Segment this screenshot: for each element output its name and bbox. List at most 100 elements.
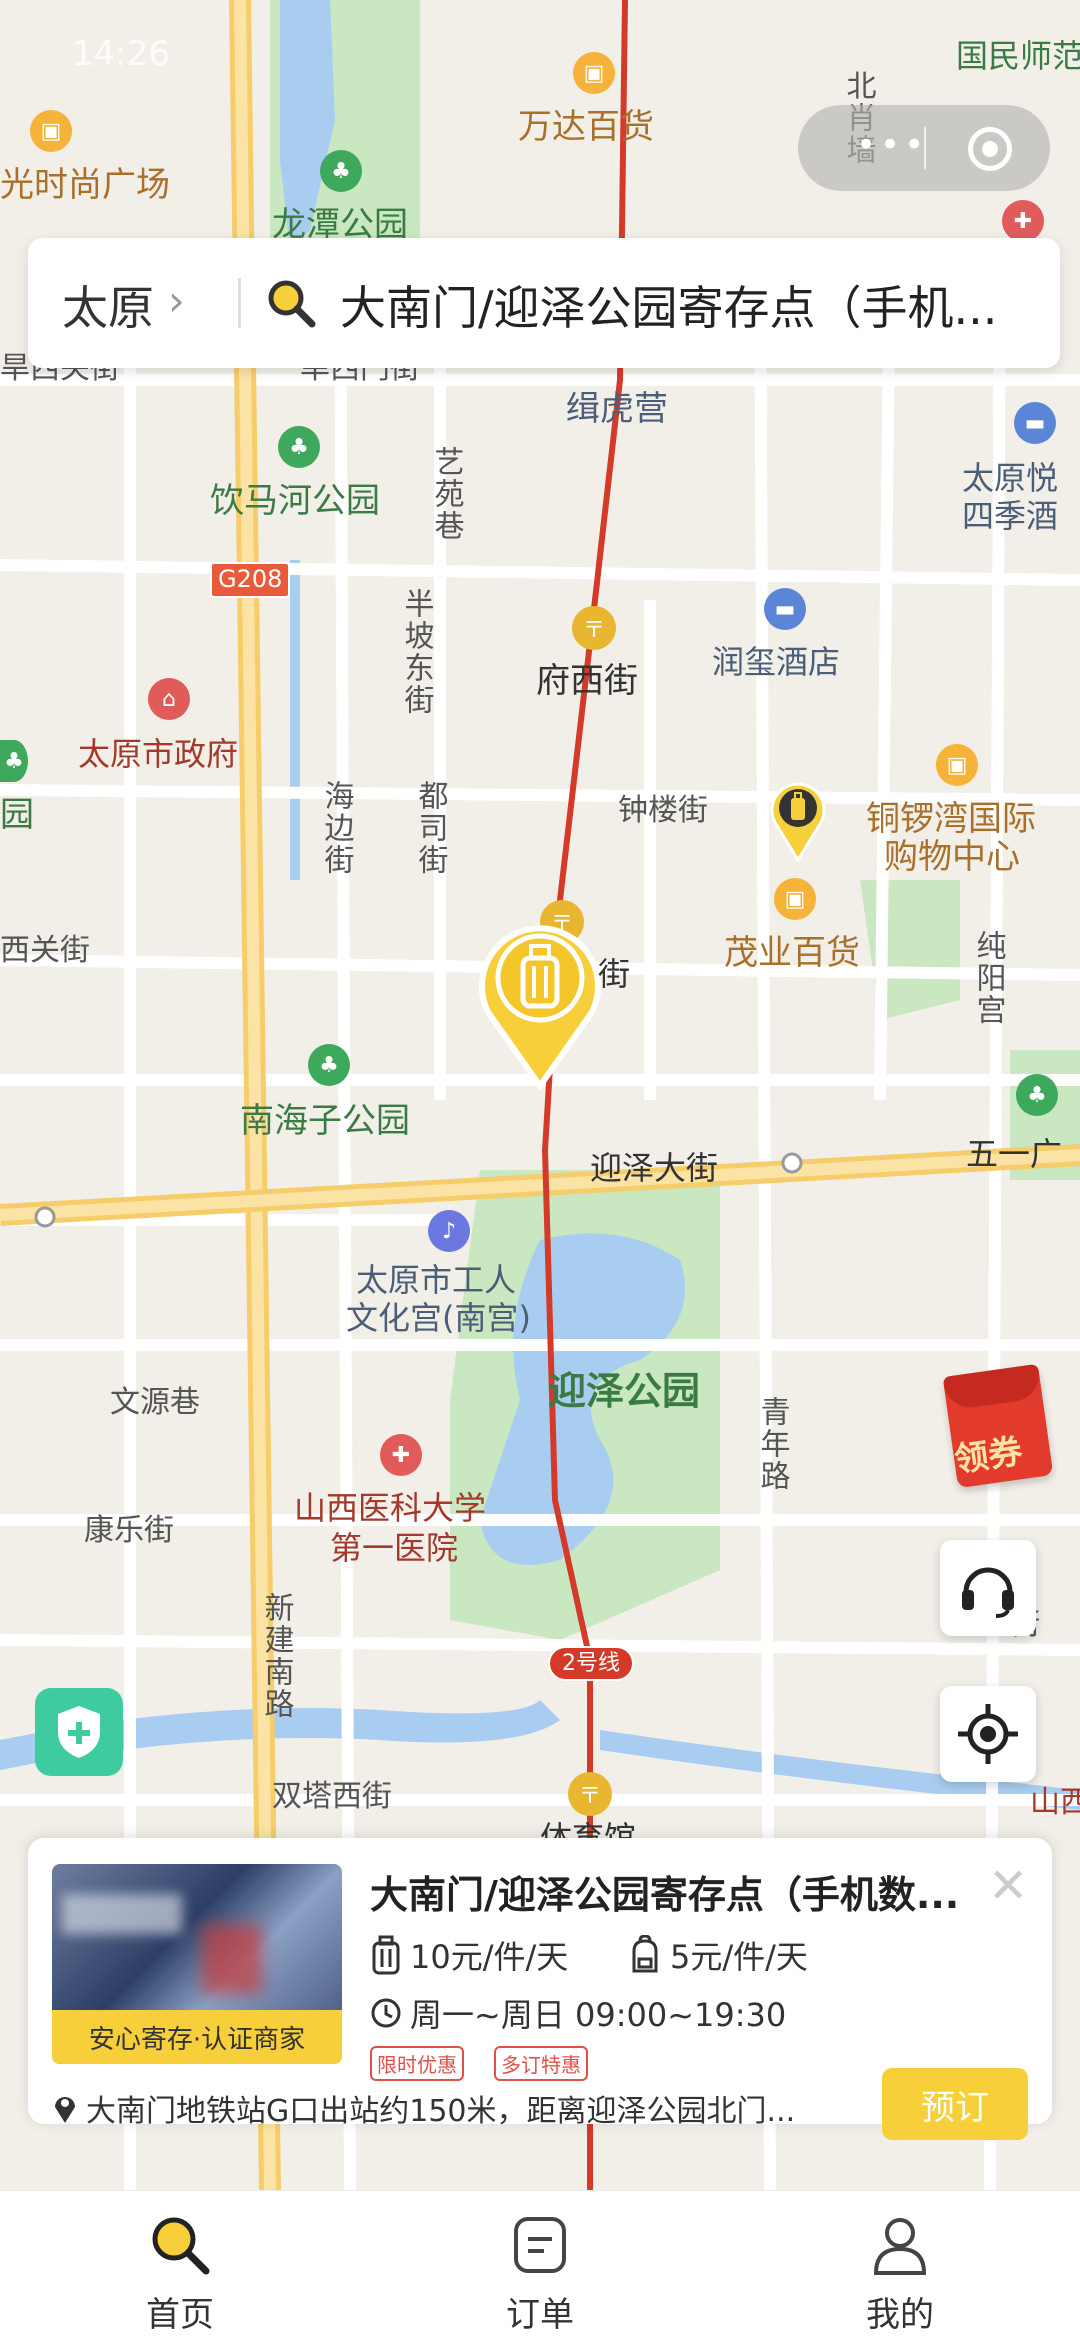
selected-storage-marker-icon[interactable]	[476, 920, 604, 1090]
poi-label: 山西医科大学	[294, 1489, 487, 1527]
chevron-right-icon: ›	[168, 276, 185, 325]
poi-label: 铜锣湾国际	[866, 799, 1036, 839]
street-label: 双塔西街	[272, 1779, 392, 1814]
price-small-text: 5元/件/天	[670, 1938, 808, 1976]
shield-icon	[58, 1706, 100, 1758]
hospital-icon[interactable]: ✚	[380, 1434, 422, 1476]
certified-badge: 安心寄存·认证商家	[52, 2010, 342, 2064]
poi-label: 四季酒	[962, 497, 1059, 535]
poi-label: 第一医院	[330, 1529, 459, 1567]
government-icon[interactable]: ⌂	[148, 678, 190, 720]
clock-icon	[371, 1998, 401, 2028]
poi-label: 光时尚广场	[0, 165, 170, 205]
poi-label: 文化宫(南宫)	[346, 1299, 531, 1337]
street-label: 康乐街	[84, 1513, 174, 1548]
price-small-luggage: 5元/件/天	[628, 1932, 808, 1978]
store-photo[interactable]: 安心寄存·认证商家	[52, 1864, 342, 2064]
hours-text: 周一~周日 09:00~19:30	[410, 1996, 787, 2034]
tab-home[interactable]: 首页	[0, 2191, 360, 2341]
poi-label: 太原市工人	[356, 1261, 517, 1299]
poi-label: 国民师范	[956, 37, 1080, 75]
street-label: 半坡东街	[398, 588, 434, 716]
suitcase-icon	[372, 1935, 400, 1975]
poi-label: 太原市政府	[78, 735, 239, 773]
poi-label: 购物中心	[884, 837, 1020, 877]
hotel-icon[interactable]: ▬	[764, 588, 806, 630]
street-label: 钟楼街	[618, 793, 708, 828]
metro-station-icon[interactable]: 〒	[568, 1772, 612, 1816]
status-time: 14:26	[72, 34, 170, 74]
search-icon	[152, 2217, 210, 2275]
poi-label: 迎泽公园	[548, 1369, 701, 1413]
poi-label: 润玺酒店	[712, 643, 841, 681]
tab-profile[interactable]: 我的	[720, 2191, 1080, 2341]
street-label: 迎泽大街	[590, 1149, 719, 1187]
poi-label: 府西街	[536, 661, 638, 701]
promo-tag: 限时优惠	[370, 2046, 464, 2081]
order-icon	[514, 2217, 566, 2273]
coupon-label: 领券	[952, 1431, 1025, 1481]
shopping-icon[interactable]: ▣	[936, 744, 978, 786]
metro-station-icon[interactable]: 〒	[572, 606, 616, 650]
street-label: 街	[598, 955, 631, 993]
poi-label: 太原悦	[962, 459, 1059, 497]
poi-label: 南海子公园	[240, 1101, 410, 1141]
poi-label: 缉虎营	[566, 389, 668, 429]
street-label: 青年路	[754, 1396, 790, 1492]
storage-marker-icon[interactable]	[770, 780, 826, 862]
hospital-icon[interactable]: ✚	[1002, 200, 1044, 242]
book-button[interactable]: 预订	[882, 2068, 1028, 2140]
city-selector[interactable]: 太原	[62, 272, 154, 338]
park-icon[interactable]: ♣	[308, 1044, 350, 1086]
price-large-luggage: 10元/件/天	[370, 1932, 568, 1978]
close-icon[interactable]: ✕	[988, 1862, 1028, 1910]
park-icon[interactable]: ♣	[1016, 1074, 1058, 1116]
storage-info-card[interactable]: 安心寄存·认证商家 大南门/迎泽公园寄存点（手机数... ✕ 10元/件/天 5…	[28, 1838, 1052, 2140]
poi-label: 园	[0, 795, 34, 835]
street-label: 都司街	[412, 780, 448, 876]
tab-label: 订单	[506, 2295, 574, 2335]
street-label: 艺苑巷	[428, 446, 464, 542]
shopping-icon[interactable]: ▣	[774, 878, 816, 920]
miniprogram-capsule[interactable]: •••	[798, 105, 1050, 191]
poi-label: 饮马河公园	[210, 481, 380, 521]
park-icon[interactable]: ♣	[278, 426, 320, 468]
street-label: 海边街	[318, 780, 354, 876]
music-icon[interactable]: ♪	[428, 1210, 470, 1252]
poi-label: 茂业百货	[724, 933, 860, 973]
locate-button[interactable]	[940, 1686, 1036, 1782]
close-miniprogram-icon[interactable]	[968, 127, 1012, 171]
address-text: 大南门地铁站G口出站约150米，距离迎泽公园北门...	[86, 2094, 796, 2129]
tab-label: 我的	[866, 2295, 934, 2335]
promo-tag: 多订特惠	[494, 2046, 588, 2081]
store-title[interactable]: 大南门/迎泽公园寄存点（手机数...	[370, 1864, 970, 1919]
store-address[interactable]: 大南门地铁站G口出站约150米，距离迎泽公园北门...	[52, 2086, 892, 2130]
poi-label: 万达百货	[518, 107, 654, 147]
park-icon[interactable]: ♣	[0, 740, 28, 782]
search-input[interactable]: 大南门/迎泽公园寄存点（手机...	[340, 272, 1040, 338]
price-large-text: 10元/件/天	[410, 1938, 569, 1976]
headset-icon	[962, 1567, 1014, 1618]
street-label: 新建南路	[258, 1592, 294, 1720]
security-button[interactable]	[35, 1688, 123, 1776]
highway-shield: G208	[210, 562, 291, 598]
user-icon	[873, 2218, 927, 2275]
coupon-button[interactable]: 领券	[942, 1363, 1060, 1490]
backpack-icon	[632, 1935, 658, 1973]
tab-orders[interactable]: 订单	[360, 2191, 720, 2341]
shopping-icon[interactable]: ▣	[30, 110, 72, 152]
customer-service-button[interactable]	[940, 1540, 1036, 1636]
search-bar[interactable]: 太原 › 大南门/迎泽公园寄存点（手机...	[28, 238, 1060, 368]
street-label: 纯阳宫	[970, 930, 1006, 1026]
tab-label: 首页	[146, 2295, 214, 2335]
more-icon[interactable]: •••	[856, 128, 928, 162]
street-label: 西关街	[0, 933, 90, 968]
location-pin-icon	[55, 2097, 75, 2123]
metro-line-badge: 2号线	[548, 1646, 634, 1682]
hotel-icon[interactable]: ▬	[1014, 402, 1056, 444]
search-icon	[268, 280, 316, 328]
street-label: 山西	[1030, 1785, 1080, 1820]
street-label: 五一广	[966, 1135, 1063, 1173]
park-icon[interactable]: ♣	[320, 150, 362, 192]
bottom-tab-bar: 首页 订单 我的	[0, 2190, 1080, 2341]
